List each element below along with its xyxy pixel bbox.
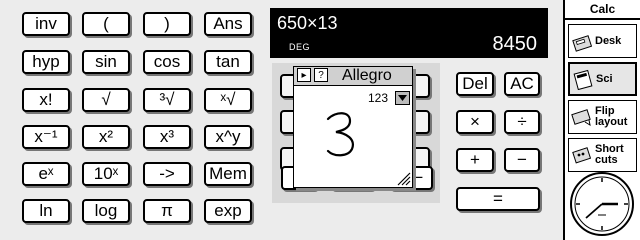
allegro-title: Allegro [342, 67, 392, 84]
minus-key[interactable]: − [504, 148, 540, 172]
sidebar-item-label: Short cuts [595, 143, 624, 166]
cube-root-key[interactable]: ³√ [143, 88, 191, 112]
ln-key[interactable]: ln [22, 199, 70, 223]
sidebar-item-label: Flip layout [595, 105, 628, 128]
log-key[interactable]: log [82, 199, 130, 223]
store-arrow-key[interactable]: -> [143, 162, 191, 186]
left-paren-key[interactable]: ( [82, 12, 130, 36]
shortcuts-icon [572, 147, 592, 164]
handwritten-stroke [326, 112, 354, 157]
allegro-mode-dropdown[interactable] [395, 91, 410, 105]
desk-icon [572, 35, 593, 52]
exp-key[interactable]: exp [204, 199, 252, 223]
right-paren-key[interactable]: ) [143, 12, 191, 36]
delete-key[interactable]: Del [456, 72, 494, 96]
app-sidebar: Calc Desk Sci Flip layout Short cuts [565, 0, 640, 240]
tan-key[interactable]: tan [204, 50, 252, 74]
reciprocal-key[interactable]: x⁻¹ [22, 125, 70, 149]
power-key[interactable]: x^y [204, 125, 252, 149]
flip-layout-icon [571, 109, 591, 127]
allegro-input-panel[interactable]: ▸ ? Allegro 123 [293, 66, 413, 188]
hyp-key[interactable]: hyp [22, 50, 70, 74]
sidebar-item-label: Desk [595, 34, 622, 47]
sidebar-title: Calc [565, 0, 640, 20]
allegro-back-button[interactable]: ▸ [297, 68, 311, 82]
multiply-key[interactable]: × [456, 110, 494, 134]
divide-key[interactable]: ÷ [504, 110, 540, 134]
ans-key[interactable]: Ans [204, 12, 252, 36]
sidebar-item-label: Sci [596, 72, 613, 85]
chevron-down-icon [398, 95, 407, 101]
inv-key[interactable]: inv [22, 12, 70, 36]
factorial-key[interactable]: x! [22, 88, 70, 112]
allegro-titlebar[interactable]: ▸ ? Allegro [294, 67, 412, 86]
equals-key[interactable]: = [456, 187, 540, 211]
sidebar-item-flip-layout[interactable]: Flip layout [568, 100, 637, 134]
angle-mode: DEG [289, 42, 311, 52]
cube-key[interactable]: x³ [143, 125, 191, 149]
calc-display: 650×13 DEG 8450 [270, 8, 548, 58]
calculator-frame: inv ( ) Ans hyp sin cos tan x! √ ³√ ˣ√ x… [0, 0, 565, 240]
sidebar-item-desk[interactable]: Desk [568, 24, 637, 58]
expression-text: 650×13 [277, 13, 338, 33]
mem-key[interactable]: Mem [204, 162, 252, 186]
allegro-mode-label: 123 [368, 91, 389, 105]
cos-key[interactable]: cos [143, 50, 191, 74]
pi-key[interactable]: π [143, 199, 191, 223]
clock-icon[interactable] [568, 170, 636, 238]
calculator-icon [573, 69, 593, 90]
square-key[interactable]: x² [82, 125, 130, 149]
e-power-key[interactable]: eˣ [22, 162, 70, 186]
allegro-help-button[interactable]: ? [314, 68, 328, 82]
x-root-key[interactable]: ˣ√ [204, 88, 252, 112]
ten-power-key[interactable]: 10ˣ [82, 162, 130, 186]
result-text: 8450 [492, 33, 538, 55]
sin-key[interactable]: sin [82, 50, 130, 74]
sidebar-item-short-cuts[interactable]: Short cuts [568, 138, 637, 172]
sqrt-key[interactable]: √ [82, 88, 130, 112]
all-clear-key[interactable]: AC [504, 72, 540, 96]
plus-key[interactable]: + [456, 148, 494, 172]
resize-grip-icon[interactable] [395, 170, 411, 186]
sidebar-item-sci[interactable]: Sci [568, 62, 637, 96]
